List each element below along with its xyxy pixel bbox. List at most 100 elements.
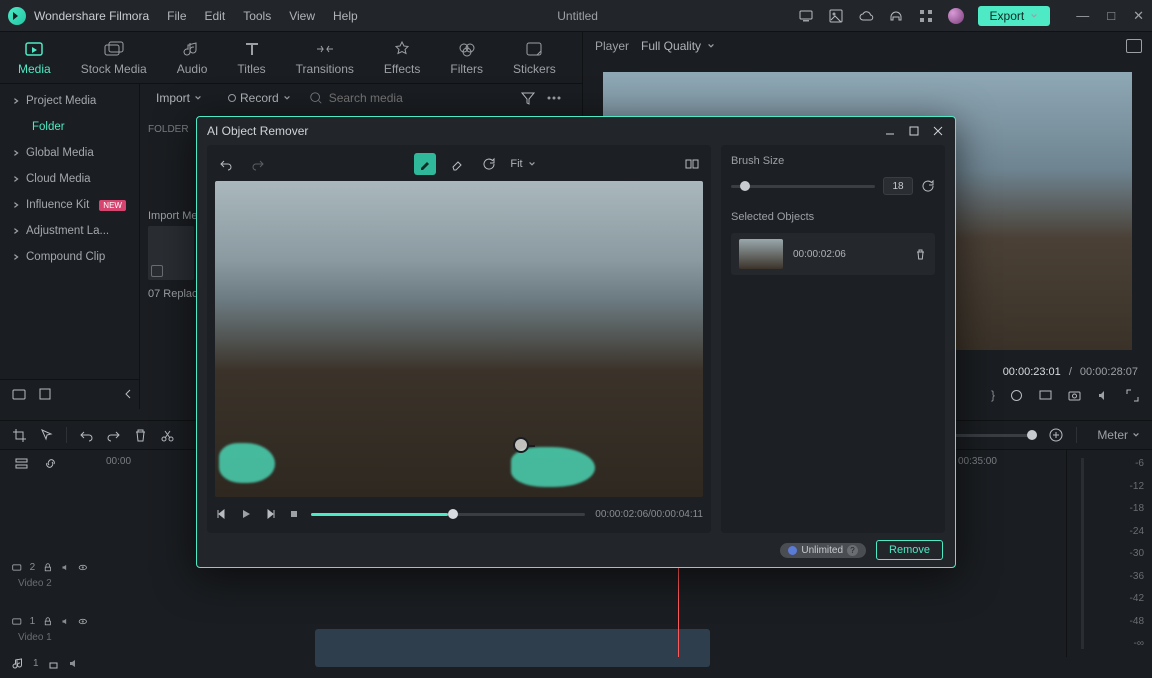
dialog-title: AI Object Remover	[207, 124, 308, 138]
track-options-icon[interactable]	[14, 456, 29, 471]
sidebar-item-project-media[interactable]: Project Media	[0, 88, 139, 114]
dialog-minimize-icon[interactable]	[883, 124, 897, 138]
close-button[interactable]: ✕	[1133, 8, 1144, 24]
sidebar-item-compound-clip[interactable]: Compound Clip	[0, 244, 139, 270]
dialog-undo-icon[interactable]	[215, 153, 237, 175]
app-name: Wondershare Filmora	[34, 9, 149, 23]
selected-objects-label: Selected Objects	[731, 211, 935, 223]
next-frame-icon[interactable]	[263, 507, 277, 521]
brush-size-value[interactable]: 18	[883, 177, 913, 195]
mute-icon[interactable]	[61, 615, 71, 628]
record-dropdown[interactable]: Record	[220, 89, 299, 107]
snapshot-button[interactable]	[1126, 39, 1142, 53]
tab-stickers[interactable]: Stickers	[507, 36, 562, 80]
reset-mask-button[interactable]	[478, 153, 500, 175]
menu-view[interactable]: View	[289, 9, 315, 23]
eye-icon[interactable]	[78, 561, 88, 574]
remove-button[interactable]: Remove	[876, 540, 943, 560]
dialog-canvas[interactable]	[215, 181, 703, 497]
more-icon[interactable]	[546, 90, 562, 106]
dialog-close-icon[interactable]	[931, 124, 945, 138]
capture-icon[interactable]	[1067, 388, 1082, 403]
brush-size-slider[interactable]	[731, 185, 875, 188]
monitor-icon[interactable]	[1038, 388, 1053, 403]
export-button[interactable]: Export	[978, 6, 1051, 26]
search-field[interactable]	[309, 91, 510, 105]
redo-icon[interactable]	[106, 428, 121, 443]
fit-dropdown[interactable]: Fit	[510, 158, 535, 170]
title-bar: Wondershare Filmora File Edit Tools View…	[0, 0, 1152, 32]
split-icon[interactable]	[160, 428, 175, 443]
tab-audio[interactable]: Audio	[171, 36, 214, 80]
brush-reset-icon[interactable]	[921, 179, 935, 193]
total-time: 00:00:28:07	[1080, 366, 1138, 378]
marker-icon[interactable]	[1009, 388, 1024, 403]
prev-frame-icon[interactable]	[215, 507, 229, 521]
new-bin-icon[interactable]	[38, 387, 52, 401]
timeline-clip[interactable]	[315, 629, 710, 667]
crop-icon[interactable]	[12, 428, 27, 443]
expand-icon[interactable]	[1125, 388, 1140, 403]
selected-object-item[interactable]: 00:00:02:06	[731, 233, 935, 275]
import-dropdown[interactable]: Import	[148, 89, 210, 107]
eraser-tool-button[interactable]	[446, 153, 468, 175]
brush-tool-button[interactable]	[414, 153, 436, 175]
zoom-in-icon[interactable]	[1049, 428, 1064, 443]
media-thumbnail[interactable]	[148, 226, 194, 280]
filter-icon[interactable]	[520, 90, 536, 106]
sidebar-item-cloud-media[interactable]: Cloud Media	[0, 166, 139, 192]
undo-icon[interactable]	[79, 428, 94, 443]
tab-filters[interactable]: Filters	[444, 36, 489, 80]
app-logo	[8, 7, 26, 25]
lock-icon[interactable]	[47, 657, 60, 670]
current-time: 00:00:23:01	[1003, 366, 1061, 378]
menu-help[interactable]: Help	[333, 9, 358, 23]
sidebar-item-folder[interactable]: Folder	[0, 114, 139, 140]
tab-effects[interactable]: Effects	[378, 36, 426, 80]
link-icon[interactable]	[43, 456, 58, 471]
headset-icon[interactable]	[888, 8, 904, 24]
selected-time: 00:00:02:06	[793, 249, 904, 260]
pointer-icon[interactable]	[39, 428, 54, 443]
mute-icon[interactable]	[61, 561, 71, 574]
unlimited-pill[interactable]: Unlimited ?	[780, 543, 866, 558]
mute-icon[interactable]	[68, 657, 81, 670]
dialog-transport: 00:00:02:06/00:00:04:11	[215, 503, 703, 525]
dialog-redo-icon[interactable]	[247, 153, 269, 175]
maximize-button[interactable]: □	[1107, 8, 1115, 24]
track-row-video-1: 1 Video 1	[0, 594, 1062, 648]
sidebar-item-adjustment-layer[interactable]: Adjustment La...	[0, 218, 139, 244]
new-folder-icon[interactable]	[12, 387, 26, 401]
caret-icon	[12, 201, 20, 209]
lock-icon[interactable]	[43, 615, 53, 628]
collapse-sidebar-icon[interactable]	[120, 386, 136, 402]
meter-dropdown[interactable]: Meter	[1097, 428, 1140, 442]
stop-icon[interactable]	[287, 507, 301, 521]
tab-transitions[interactable]: Transitions	[290, 36, 360, 80]
cloud-icon[interactable]	[858, 8, 874, 24]
delete-icon[interactable]	[133, 428, 148, 443]
delete-selection-icon[interactable]	[914, 248, 927, 261]
dialog-seek-slider[interactable]	[311, 513, 585, 516]
tab-titles[interactable]: Titles	[231, 36, 271, 80]
user-avatar[interactable]	[948, 8, 964, 24]
minimize-button[interactable]: —	[1076, 8, 1089, 24]
image-icon[interactable]	[828, 8, 844, 24]
volume-icon[interactable]	[1096, 388, 1111, 403]
quality-dropdown[interactable]: Full Quality	[641, 39, 715, 53]
search-input[interactable]	[329, 91, 510, 105]
menu-file[interactable]: File	[167, 9, 186, 23]
menu-edit[interactable]: Edit	[205, 9, 226, 23]
tab-stock-media[interactable]: Stock Media	[75, 36, 153, 80]
apps-icon[interactable]	[918, 8, 934, 24]
compare-icon[interactable]	[681, 153, 703, 175]
eye-icon[interactable]	[78, 615, 88, 628]
sidebar-item-global-media[interactable]: Global Media	[0, 140, 139, 166]
device-icon[interactable]	[798, 8, 814, 24]
lock-icon[interactable]	[43, 561, 53, 574]
menu-tools[interactable]: Tools	[243, 9, 271, 23]
play-icon[interactable]	[239, 507, 253, 521]
tab-media[interactable]: Media	[12, 36, 57, 80]
dialog-maximize-icon[interactable]	[907, 124, 921, 138]
sidebar-item-influence-kit[interactable]: Influence KitNEW	[0, 192, 139, 218]
